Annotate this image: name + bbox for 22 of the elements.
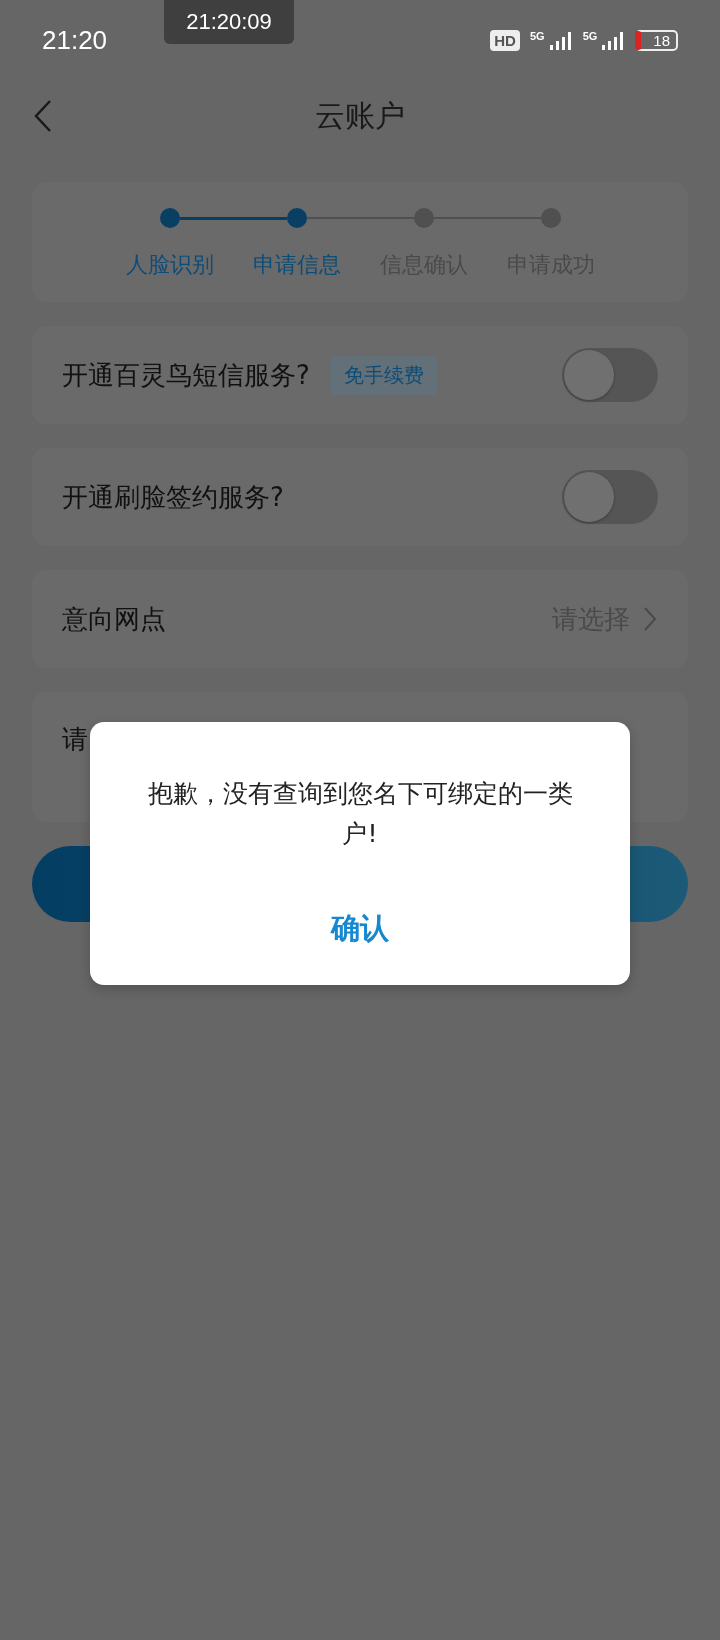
toggle-switch[interactable] (562, 348, 658, 402)
back-icon[interactable] (32, 99, 54, 133)
step-label: 申请信息 (252, 251, 341, 279)
form-row[interactable]: 开通百灵鸟短信服务? 免手续费 (32, 326, 688, 424)
row-label: 意向网点 (62, 602, 166, 636)
hd-badge: HD (490, 29, 520, 51)
form-row[interactable]: 开通刷脸签约服务? (32, 448, 688, 546)
confirm-button[interactable]: 确认 (311, 903, 409, 955)
status-time: 21:20 (42, 24, 108, 56)
dialog-message: 抱歉，没有查询到您名下可绑定的一类户! (146, 778, 574, 850)
step-label: 人脸识别 (125, 251, 214, 279)
row-label: 请 (62, 723, 88, 756)
row-label: 开通刷脸签约服务? (62, 480, 284, 514)
clock-popup: 21:20:09 (164, 0, 294, 44)
toggle-switch[interactable] (562, 470, 658, 524)
network-label: 5G (529, 29, 545, 42)
chevron-right-icon (642, 606, 658, 632)
row-label: 开通百灵鸟短信服务? (62, 358, 310, 392)
battery-level: 18 (635, 29, 678, 51)
page-title: 云账户 (315, 96, 405, 135)
tag-label: 免手续费 (329, 355, 438, 395)
network-label: 5G (582, 29, 598, 42)
